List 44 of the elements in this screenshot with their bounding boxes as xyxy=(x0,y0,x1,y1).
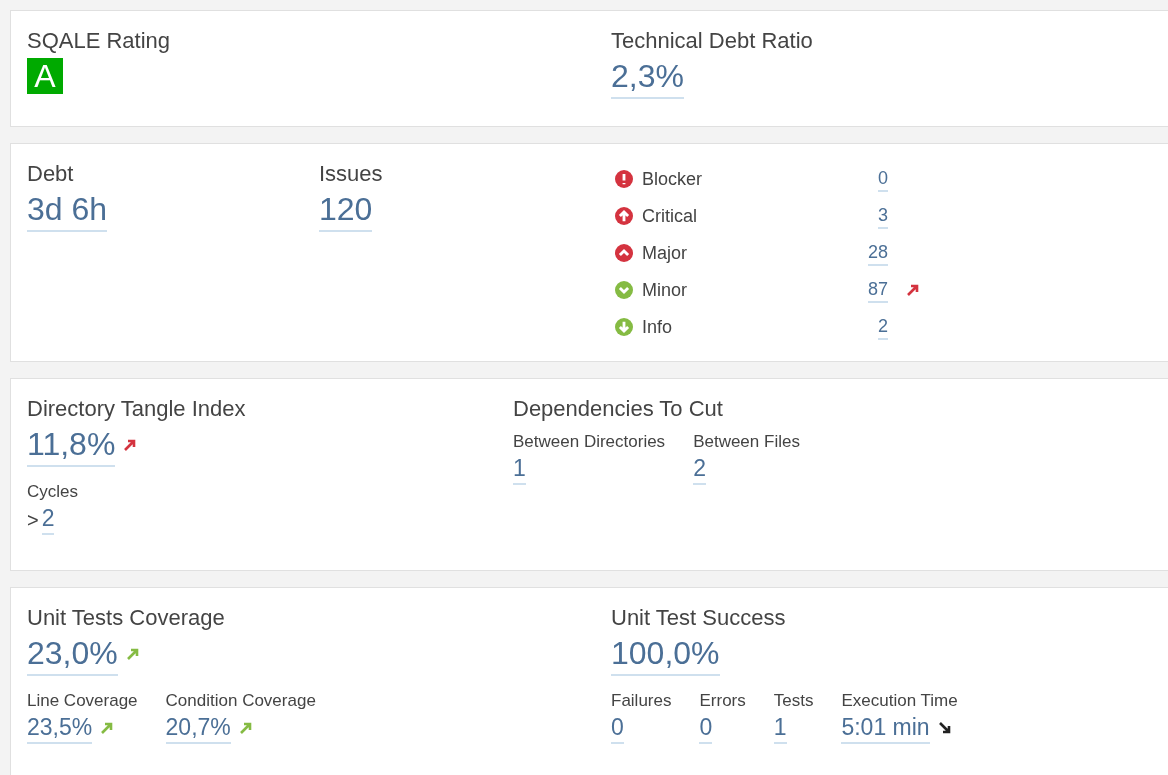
metric-label: Debt xyxy=(27,160,75,188)
metric-value[interactable]: 20,7% xyxy=(165,712,231,744)
severity-label: Blocker xyxy=(642,167,704,191)
metric-value[interactable]: 2,3% xyxy=(611,55,684,99)
metric-label: Execution Time xyxy=(841,690,958,712)
metric-label: Unit Tests Coverage xyxy=(27,604,226,632)
metric-value[interactable]: 1 xyxy=(773,712,787,744)
metric-label: Technical Debt Ratio xyxy=(611,27,813,55)
metric-label: Cycles xyxy=(27,481,79,503)
metric-value[interactable]: 23,0% xyxy=(27,632,118,676)
severity-label: Critical xyxy=(642,204,698,228)
metric-value[interactable]: 0 xyxy=(611,712,624,744)
metric-value[interactable]: 120 xyxy=(319,188,373,232)
severity-label: Major xyxy=(642,241,688,265)
metric-value[interactable]: 1 xyxy=(513,453,526,485)
metric-label: Tests xyxy=(773,690,814,712)
metric-value[interactable]: 23,5% xyxy=(27,712,93,744)
metric-value[interactable]: 11,8% xyxy=(27,423,116,467)
issue-count[interactable]: 2 xyxy=(878,314,888,340)
metric-label: Failures xyxy=(611,690,672,712)
rating-badge: A xyxy=(27,58,63,94)
issue-count[interactable]: 28 xyxy=(867,240,888,266)
metric-label: Errors xyxy=(699,690,746,712)
metric-value[interactable]: 2 xyxy=(693,453,706,485)
metric-label: Dependencies To Cut xyxy=(513,395,724,423)
metric-label: Unit Test Success xyxy=(611,604,787,632)
metric-label: Directory Tangle Index xyxy=(27,395,247,423)
metric-value[interactable]: 0 xyxy=(699,712,713,744)
severity-label: Minor xyxy=(642,278,688,302)
metric-label: Condition Coverage xyxy=(165,690,316,712)
issue-count[interactable]: 87 xyxy=(867,277,888,303)
metric-value[interactable]: 3d 6h xyxy=(27,188,108,232)
metric-label: Issues xyxy=(319,160,384,188)
comparison-sign: > xyxy=(27,508,39,533)
metric-value[interactable]: 2 xyxy=(41,503,55,535)
severity-label: Info xyxy=(642,315,674,339)
metric-label: Line Coverage xyxy=(27,690,138,712)
metric-value[interactable]: 100,0% xyxy=(611,632,720,676)
metric-label: Between Files xyxy=(693,431,800,453)
metric-label: SQALE Rating xyxy=(27,27,172,55)
issue-count[interactable]: 0 xyxy=(878,166,888,192)
metric-value[interactable]: 5:01 min xyxy=(841,712,930,744)
issue-count[interactable]: 3 xyxy=(878,203,888,229)
metric-label: Between Directories xyxy=(513,431,666,453)
